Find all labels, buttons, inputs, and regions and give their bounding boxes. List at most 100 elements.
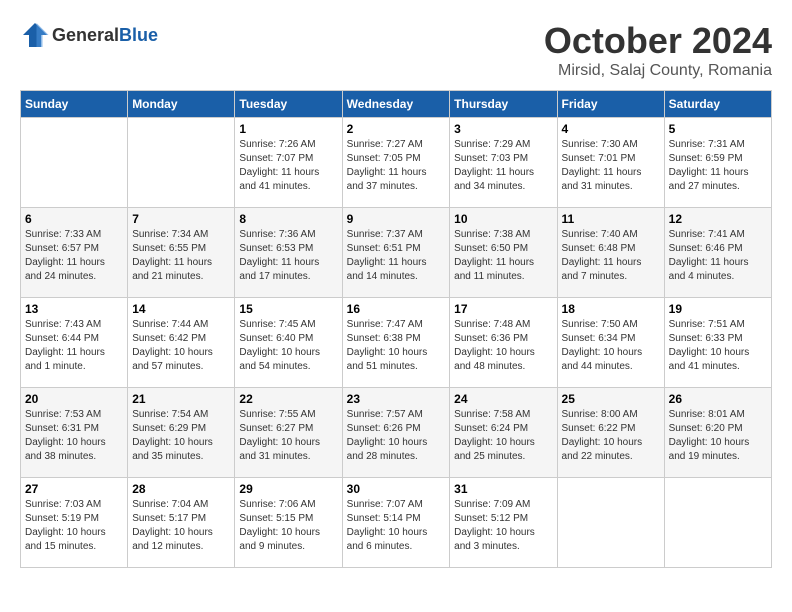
day-number: 16 <box>347 302 446 316</box>
calendar-day-cell: 4 Sunrise: 7:30 AM Sunset: 7:01 PM Daylig… <box>557 118 664 208</box>
day-number: 8 <box>239 212 337 226</box>
calendar-week-row: 6 Sunrise: 7:33 AM Sunset: 6:57 PM Daylig… <box>21 208 772 298</box>
day-detail: Sunrise: 7:44 AM Sunset: 6:42 PM Dayligh… <box>132 318 230 374</box>
calendar-day-cell: 18Sunrise: 7:50 AM Sunset: 6:34 PM Dayli… <box>557 298 664 388</box>
month-title: October 2024 <box>544 20 772 62</box>
calendar-day-header: Thursday <box>450 91 557 118</box>
calendar-day-cell: 19 Sunrise: 7:51 AM Sunset: 6:33 PM Dayli… <box>664 298 771 388</box>
day-number: 26 <box>669 392 767 406</box>
day-detail: Sunrise: 7:47 AM Sunset: 6:38 PM Dayligh… <box>347 318 446 374</box>
day-detail: Sunrise: 7:45 AM Sunset: 6:40 PM Dayligh… <box>239 318 337 374</box>
day-number: 27 <box>25 482 123 496</box>
day-detail: Sunrise: 7:06 AM Sunset: 5:15 PM Dayligh… <box>239 498 337 554</box>
calendar-day-header: Sunday <box>21 91 128 118</box>
calendar-day-header: Wednesday <box>342 91 450 118</box>
day-number: 25 <box>562 392 660 406</box>
day-detail: Sunrise: 7:33 AM Sunset: 6:57 PM Dayligh… <box>25 228 123 284</box>
day-detail: Sunrise: 7:36 AM Sunset: 6:53 PM Dayligh… <box>239 228 337 284</box>
day-number: 5 <box>669 122 767 136</box>
day-detail: Sunrise: 7:40 AM Sunset: 6:48 PM Dayligh… <box>562 228 660 284</box>
day-number: 4 <box>562 122 660 136</box>
calendar-day-cell: 26 Sunrise: 8:01 AM Sunset: 6:20 PM Dayli… <box>664 388 771 478</box>
day-number: 9 <box>347 212 446 226</box>
calendar-day-cell: 14 Sunrise: 7:44 AM Sunset: 6:42 PM Dayli… <box>128 298 235 388</box>
calendar-day-cell <box>557 478 664 568</box>
day-number: 13 <box>25 302 123 316</box>
day-detail: Sunrise: 7:07 AM Sunset: 5:14 PM Dayligh… <box>347 498 446 554</box>
calendar-day-header: Saturday <box>664 91 771 118</box>
calendar-day-cell: 21 Sunrise: 7:54 AM Sunset: 6:29 PM Dayli… <box>128 388 235 478</box>
day-detail: Sunrise: 7:34 AM Sunset: 6:55 PM Dayligh… <box>132 228 230 284</box>
day-number: 30 <box>347 482 446 496</box>
day-number: 17 <box>454 302 552 316</box>
day-detail: Sunrise: 7:55 AM Sunset: 6:27 PM Dayligh… <box>239 408 337 464</box>
calendar-day-cell: 24 Sunrise: 7:58 AM Sunset: 6:24 PM Dayli… <box>450 388 557 478</box>
day-detail: Sunrise: 7:09 AM Sunset: 5:12 PM Dayligh… <box>454 498 552 554</box>
calendar-day-cell: 10Sunrise: 7:38 AM Sunset: 6:50 PM Dayli… <box>450 208 557 298</box>
day-number: 2 <box>347 122 446 136</box>
day-detail: Sunrise: 7:48 AM Sunset: 6:36 PM Dayligh… <box>454 318 552 374</box>
day-detail: Sunrise: 7:26 AM Sunset: 7:07 PM Dayligh… <box>239 138 337 194</box>
calendar-day-cell: 9 Sunrise: 7:37 AM Sunset: 6:51 PM Daylig… <box>342 208 450 298</box>
title-section: October 2024 Mirsid, Salaj County, Roman… <box>544 20 772 80</box>
day-detail: Sunrise: 7:58 AM Sunset: 6:24 PM Dayligh… <box>454 408 552 464</box>
day-detail: Sunrise: 7:37 AM Sunset: 6:51 PM Dayligh… <box>347 228 446 284</box>
day-detail: Sunrise: 8:01 AM Sunset: 6:20 PM Dayligh… <box>669 408 767 464</box>
calendar-day-cell: 3Sunrise: 7:29 AM Sunset: 7:03 PM Daylig… <box>450 118 557 208</box>
day-detail: Sunrise: 7:30 AM Sunset: 7:01 PM Dayligh… <box>562 138 660 194</box>
day-number: 20 <box>25 392 123 406</box>
calendar-day-header: Tuesday <box>235 91 342 118</box>
calendar-day-cell: 22 Sunrise: 7:55 AM Sunset: 6:27 PM Dayli… <box>235 388 342 478</box>
calendar-day-cell: 12Sunrise: 7:41 AM Sunset: 6:46 PM Dayli… <box>664 208 771 298</box>
calendar-day-cell: 11Sunrise: 7:40 AM Sunset: 6:48 PM Dayli… <box>557 208 664 298</box>
day-number: 19 <box>669 302 767 316</box>
day-number: 6 <box>25 212 123 226</box>
page-header: GeneralBlue October 2024 Mirsid, Salaj C… <box>20 20 772 80</box>
calendar-day-cell: 5 Sunrise: 7:31 AM Sunset: 6:59 PM Daylig… <box>664 118 771 208</box>
calendar-day-header: Monday <box>128 91 235 118</box>
day-detail: Sunrise: 7:31 AM Sunset: 6:59 PM Dayligh… <box>669 138 767 194</box>
day-number: 28 <box>132 482 230 496</box>
day-detail: Sunrise: 7:57 AM Sunset: 6:26 PM Dayligh… <box>347 408 446 464</box>
day-detail: Sunrise: 7:51 AM Sunset: 6:33 PM Dayligh… <box>669 318 767 374</box>
logo-icon <box>20 20 50 50</box>
calendar-week-row: 13 Sunrise: 7:43 AM Sunset: 6:44 PM Dayli… <box>21 298 772 388</box>
calendar-header-row: SundayMondayTuesdayWednesdayThursdayFrid… <box>21 91 772 118</box>
calendar-day-cell <box>128 118 235 208</box>
calendar-day-header: Friday <box>557 91 664 118</box>
calendar-week-row: 27 Sunrise: 7:03 AM Sunset: 5:19 PM Dayli… <box>21 478 772 568</box>
day-number: 22 <box>239 392 337 406</box>
calendar-day-cell: 1Sunrise: 7:26 AM Sunset: 7:07 PM Daylig… <box>235 118 342 208</box>
logo-text: GeneralBlue <box>52 25 158 46</box>
calendar-week-row: 20 Sunrise: 7:53 AM Sunset: 6:31 PM Dayli… <box>21 388 772 478</box>
day-number: 21 <box>132 392 230 406</box>
day-detail: Sunrise: 7:53 AM Sunset: 6:31 PM Dayligh… <box>25 408 123 464</box>
day-detail: Sunrise: 7:03 AM Sunset: 5:19 PM Dayligh… <box>25 498 123 554</box>
day-number: 31 <box>454 482 552 496</box>
calendar-day-cell: 16 Sunrise: 7:47 AM Sunset: 6:38 PM Dayli… <box>342 298 450 388</box>
calendar-day-cell: 17 Sunrise: 7:48 AM Sunset: 6:36 PM Dayli… <box>450 298 557 388</box>
calendar-day-cell: 30 Sunrise: 7:07 AM Sunset: 5:14 PM Dayli… <box>342 478 450 568</box>
calendar-day-cell: 13 Sunrise: 7:43 AM Sunset: 6:44 PM Dayli… <box>21 298 128 388</box>
calendar-week-row: 1Sunrise: 7:26 AM Sunset: 7:07 PM Daylig… <box>21 118 772 208</box>
day-number: 23 <box>347 392 446 406</box>
calendar-day-cell: 23 Sunrise: 7:57 AM Sunset: 6:26 PM Dayli… <box>342 388 450 478</box>
calendar-day-cell: 2 Sunrise: 7:27 AM Sunset: 7:05 PM Daylig… <box>342 118 450 208</box>
day-detail: Sunrise: 7:27 AM Sunset: 7:05 PM Dayligh… <box>347 138 446 194</box>
day-number: 14 <box>132 302 230 316</box>
day-detail: Sunrise: 7:43 AM Sunset: 6:44 PM Dayligh… <box>25 318 123 374</box>
day-number: 24 <box>454 392 552 406</box>
day-detail: Sunrise: 8:00 AM Sunset: 6:22 PM Dayligh… <box>562 408 660 464</box>
calendar-day-cell: 20 Sunrise: 7:53 AM Sunset: 6:31 PM Dayli… <box>21 388 128 478</box>
day-detail: Sunrise: 7:04 AM Sunset: 5:17 PM Dayligh… <box>132 498 230 554</box>
calendar-day-cell: 15 Sunrise: 7:45 AM Sunset: 6:40 PM Dayli… <box>235 298 342 388</box>
logo-general: General <box>52 25 119 45</box>
calendar-day-cell <box>664 478 771 568</box>
logo-blue: Blue <box>119 25 158 45</box>
day-number: 3 <box>454 122 552 136</box>
day-detail: Sunrise: 7:54 AM Sunset: 6:29 PM Dayligh… <box>132 408 230 464</box>
day-number: 12 <box>669 212 767 226</box>
calendar-day-cell: 6 Sunrise: 7:33 AM Sunset: 6:57 PM Daylig… <box>21 208 128 298</box>
day-number: 15 <box>239 302 337 316</box>
calendar-table: SundayMondayTuesdayWednesdayThursdayFrid… <box>20 90 772 568</box>
